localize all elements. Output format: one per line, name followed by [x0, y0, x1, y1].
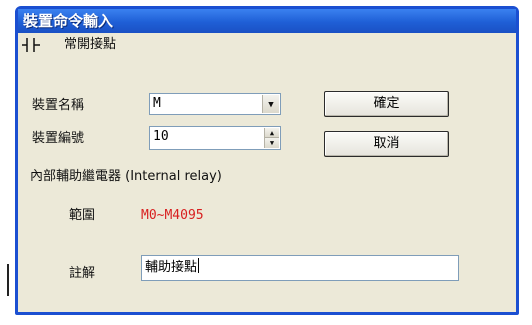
- range-label: 範圍: [69, 208, 96, 223]
- device-type-heading: 內部輔助繼電器 (Internal relay): [30, 169, 222, 184]
- chevron-down-icon[interactable]: ▼: [262, 95, 279, 113]
- device-number-spinbox[interactable]: 10 ▲ ▼: [149, 126, 281, 150]
- text-caret: [198, 258, 200, 273]
- spin-up-icon[interactable]: ▲: [265, 128, 279, 138]
- ok-button-label: 確定: [373, 96, 400, 111]
- device-number-label: 裝置編號: [32, 131, 85, 146]
- comment-label: 註解: [69, 266, 96, 281]
- cancel-button-label: 取消: [373, 136, 400, 151]
- cancel-button[interactable]: 取消: [324, 131, 449, 157]
- instruction-type-label: 常開接點: [64, 37, 117, 52]
- title-bar[interactable]: 裝置命令輸入: [18, 9, 516, 33]
- ok-button[interactable]: 確定: [324, 91, 449, 117]
- spinner-buttons: ▲ ▼: [264, 128, 279, 148]
- device-name-value: M: [153, 96, 161, 111]
- contact-symbol-icon: [22, 37, 40, 53]
- comment-input[interactable]: 輔助接點: [141, 255, 459, 281]
- device-number-value: 10: [153, 129, 169, 144]
- comment-value: 輔助接點: [145, 260, 198, 275]
- device-name-label: 裝置名稱: [32, 98, 85, 113]
- left-edge-mark: [7, 264, 9, 296]
- device-command-dialog: 裝置命令輸入 常開接點 裝置名稱 M ▼ 確定 裝置編號 10 ▲ ▼ 取消 內…: [15, 6, 519, 315]
- range-value: M0~M4095: [141, 208, 204, 223]
- instruction-type-row: 常開接點: [22, 35, 512, 55]
- window-title: 裝置命令輸入: [23, 12, 114, 30]
- device-name-combobox[interactable]: M ▼: [149, 93, 281, 115]
- spin-down-icon[interactable]: ▼: [265, 138, 279, 148]
